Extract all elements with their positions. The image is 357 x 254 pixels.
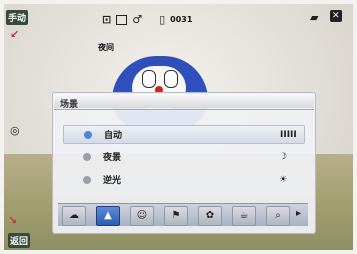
mode-caption: 夜间 [98,43,114,52]
shot-counter: 0031 [170,15,193,24]
option-icon: IIIII [280,129,297,140]
subject-eye [142,70,156,88]
wrench-icon: ↘ [8,214,18,227]
back-badge[interactable]: 返回 [8,233,31,248]
flash-off-icon: ↙ [10,28,20,41]
sports-scene-icon[interactable]: ⚑ [164,206,188,226]
frame-icon [116,14,128,25]
menu-option-backlight[interactable]: 逆光 ☀ [63,171,303,188]
option-icon: ☀ [279,174,288,185]
close-icon[interactable]: ✕ [330,10,342,22]
option-radio-icon [83,152,91,161]
camera-preview: 手动 ↙ ⊡ ♂ ▯ 0031 夜间 ▰ ✕ ◎ ↘ 返回 场景 自动 IIII… [4,4,353,250]
option-icon: ☽ [279,151,288,162]
landscape-scene-icon[interactable]: ▲ [96,206,120,226]
option-label: 夜景 [103,153,122,163]
flower-scene-icon[interactable]: ✿ [198,206,222,226]
option-radio-icon [84,130,92,139]
food-scene-icon[interactable]: ☕ [232,206,256,226]
panel-divider [54,109,314,110]
scene-icon-strip: ☁ ▲ ☺ ⚑ ✿ ☕ ⌕ ▸ [58,203,308,226]
option-label: 自动 [104,131,123,141]
self-timer-icon: ♂ [132,13,143,26]
night-scene-icon[interactable]: ☁ [62,206,86,226]
panel-header [54,94,314,108]
option-label: 逆光 [103,176,122,186]
battery-icon: ▰ [310,11,319,24]
macro-scene-icon[interactable]: ⌕ [266,206,290,226]
top-status-icons: ⊡ ♂ ▯ 0031 [102,13,192,26]
record-mode-icon: ⊡ [102,13,112,26]
subject-eye [164,70,178,88]
mode-badge[interactable]: 手动 [6,10,29,25]
menu-option-night[interactable]: 夜景 ☽ [63,148,303,165]
focus-icon: ◎ [10,124,20,137]
memory-card-icon: ▯ [159,13,166,26]
menu-option-auto[interactable]: 自动 IIIII [63,125,305,144]
more-arrow-icon[interactable]: ▸ [296,208,301,219]
portrait-scene-icon[interactable]: ☺ [130,206,154,226]
option-radio-icon [83,175,91,184]
scene-menu-panel: 场景 自动 IIIII 夜景 ☽ 逆光 ☀ ☁ ▲ ☺ ⚑ ✿ ☕ ⌕ ▸ [52,92,316,234]
